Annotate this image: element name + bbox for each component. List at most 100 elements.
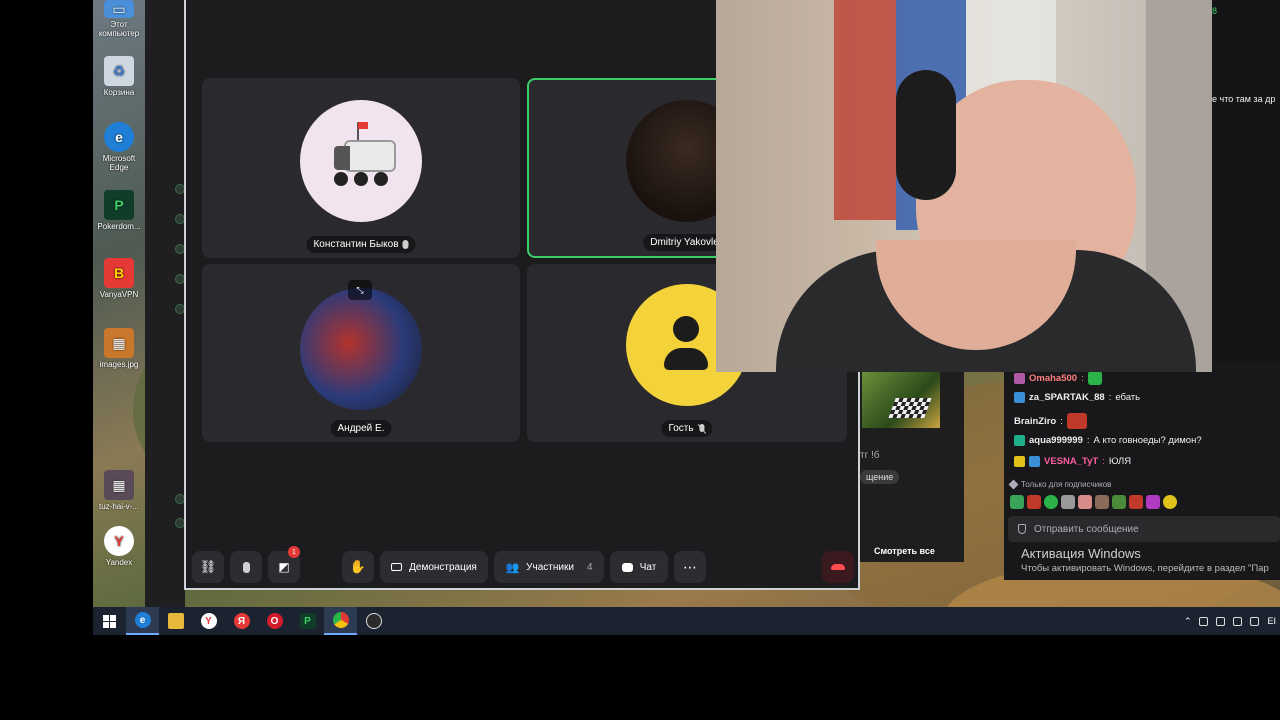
- recycle-bin-icon: ♻: [104, 56, 134, 86]
- start-button[interactable]: [93, 607, 126, 635]
- taskbar-yandex[interactable]: Y: [192, 607, 225, 635]
- emote-icon[interactable]: [1163, 495, 1177, 509]
- copy-link-button[interactable]: ⛓: [192, 551, 224, 583]
- language-indicator[interactable]: ЕI: [1267, 616, 1276, 626]
- yandex-icon: Y: [104, 526, 134, 556]
- obs-icon: [365, 613, 382, 629]
- network-icon[interactable]: [1199, 616, 1209, 626]
- more-icon: ⋯: [683, 558, 697, 575]
- emote-icon[interactable]: [1044, 495, 1058, 509]
- taskbar-opera[interactable]: O: [258, 607, 291, 635]
- desktop-icon-recycle-bin[interactable]: ♻ Корзина: [93, 56, 145, 97]
- taskbar-yandex-browser[interactable]: Я: [225, 607, 258, 635]
- emote-icon[interactable]: [1010, 495, 1024, 509]
- headphones: [896, 70, 956, 200]
- microphone-button[interactable]: [230, 551, 262, 583]
- monitor-icon: [391, 563, 403, 571]
- robot-avatar: [300, 100, 422, 222]
- pokerdom-icon: P: [299, 613, 316, 629]
- users-icon: 👥: [505, 561, 520, 574]
- webcam-overlay: [716, 0, 1212, 372]
- camera-button[interactable]: ◩ 1: [268, 546, 300, 583]
- participant-tile[interactable]: ⤡ Андрей Е.: [202, 264, 520, 442]
- emote-icon[interactable]: [1095, 495, 1109, 509]
- emote-icon[interactable]: [1112, 495, 1126, 509]
- image-file-icon: ▦: [104, 328, 134, 358]
- raise-hand-button[interactable]: ✋: [342, 551, 374, 583]
- taskbar-chrome[interactable]: [324, 607, 357, 635]
- opera-icon: O: [266, 613, 283, 629]
- chat-message: Omaha500:: [1014, 371, 1102, 385]
- desktop-icon-edge[interactable]: e Microsoft Edge: [93, 122, 145, 172]
- emote-icon[interactable]: [1078, 495, 1092, 509]
- emote-icon[interactable]: [1129, 495, 1143, 509]
- badge-icon: [1014, 456, 1025, 467]
- yandex-browser-icon: Я: [233, 613, 250, 629]
- chat-bubble-icon: [621, 562, 633, 572]
- person-icon-head: [673, 316, 699, 342]
- viewer-count: 8: [1212, 6, 1218, 16]
- vpn-icon: B: [104, 258, 134, 288]
- camera-off-icon: ◩: [278, 560, 290, 574]
- computer-icon: ▭: [104, 0, 134, 18]
- emote-icon[interactable]: [1146, 495, 1160, 509]
- more-button[interactable]: ⋯: [674, 551, 706, 583]
- edge-icon: e: [134, 612, 151, 628]
- hangup-button[interactable]: [822, 551, 854, 583]
- windows-activation-subtitle: Чтобы активировать Windows, перейдите в …: [1021, 563, 1269, 574]
- emote-row: [1010, 495, 1177, 509]
- participant-tile[interactable]: Константин Быков: [202, 78, 520, 258]
- desktop-icons: ▭ Этот компьютер ♻ Корзина e Microsoft E…: [93, 0, 145, 600]
- desktop-icon-yandex[interactable]: Y Yandex: [93, 526, 145, 567]
- windows-activation-title: Активация Windows: [1021, 546, 1141, 561]
- image-file-icon: ▦: [104, 470, 134, 500]
- display-icon[interactable]: [1250, 616, 1260, 626]
- badge-icon: [1029, 456, 1040, 467]
- watch-all-link[interactable]: Смотреть все: [874, 546, 935, 556]
- participants-button[interactable]: 👥 Участники 4: [494, 551, 604, 583]
- microphone-icon: [242, 561, 250, 573]
- badge-icon: [1014, 392, 1025, 403]
- desktop-icon-this-pc[interactable]: ▭ Этот компьютер: [93, 0, 145, 38]
- chat-message: BrainZiro:: [1014, 413, 1087, 429]
- subscribers-only-note: Только для подписчиков: [1008, 479, 1111, 490]
- chat-message: aqua999999: А кто говноеды? димон?: [1014, 435, 1202, 446]
- chat-input[interactable]: Отправить сообщение: [1008, 516, 1280, 542]
- emote-icon[interactable]: [1027, 495, 1041, 509]
- raise-hand-icon: ✋: [349, 559, 367, 574]
- emote-icon[interactable]: [1061, 495, 1075, 509]
- taskbar-edge[interactable]: e: [126, 607, 159, 635]
- microphone-muted-icon: [698, 423, 706, 434]
- stream-thumbnail[interactable]: [862, 372, 940, 428]
- desktop-icon-pokerdom[interactable]: P Pokerdom...: [93, 190, 145, 231]
- pin-icon[interactable]: ⤡: [348, 280, 372, 300]
- call-control-bar: ⛓ ◩ 1 ✋ Демонстрация 👥 Участники 4 Чат ⋯: [186, 546, 858, 588]
- taskbar-pokerdom[interactable]: P: [291, 607, 324, 635]
- taskbar-explorer[interactable]: [159, 607, 192, 635]
- stream-panel: тг !б щение Смотреть все: [860, 372, 964, 562]
- right-strip: 8 е что там за др: [1212, 0, 1280, 362]
- desktop-icon-vanyavpn[interactable]: B VanyaVPN: [93, 258, 145, 299]
- heart-icon: [1008, 479, 1019, 490]
- taskbar-obs[interactable]: [357, 607, 390, 635]
- chevron-up-icon[interactable]: ⌃: [1184, 616, 1192, 627]
- desktop-icon-images[interactable]: ▦ images.jpg: [93, 328, 145, 369]
- volume-icon[interactable]: [1233, 616, 1243, 626]
- flag-red-stripe: [834, 0, 896, 220]
- desktop-icon-tuz[interactable]: ▦ tuz-hai-v-...: [93, 470, 145, 511]
- folder-icon: [167, 613, 184, 629]
- participant-name-pill: Андрей Е.: [330, 420, 392, 437]
- microphone-icon[interactable]: [1216, 616, 1226, 626]
- participant-avatar-photo: [300, 288, 422, 410]
- notification-badge: 1: [288, 546, 300, 558]
- chat-message: VESNA_TyT: ЮЛЯ: [1014, 456, 1131, 467]
- person-icon-body: [664, 348, 708, 370]
- background-browser-window: [145, 0, 185, 607]
- screen-share-button[interactable]: Демонстрация: [380, 551, 488, 583]
- emote-icon: [1066, 413, 1087, 429]
- microphone-icon: [402, 240, 409, 249]
- yandex-icon: Y: [200, 613, 217, 629]
- stream-pill[interactable]: щение: [860, 470, 900, 484]
- shield-icon: [1018, 524, 1026, 534]
- chat-button[interactable]: Чат: [610, 551, 668, 583]
